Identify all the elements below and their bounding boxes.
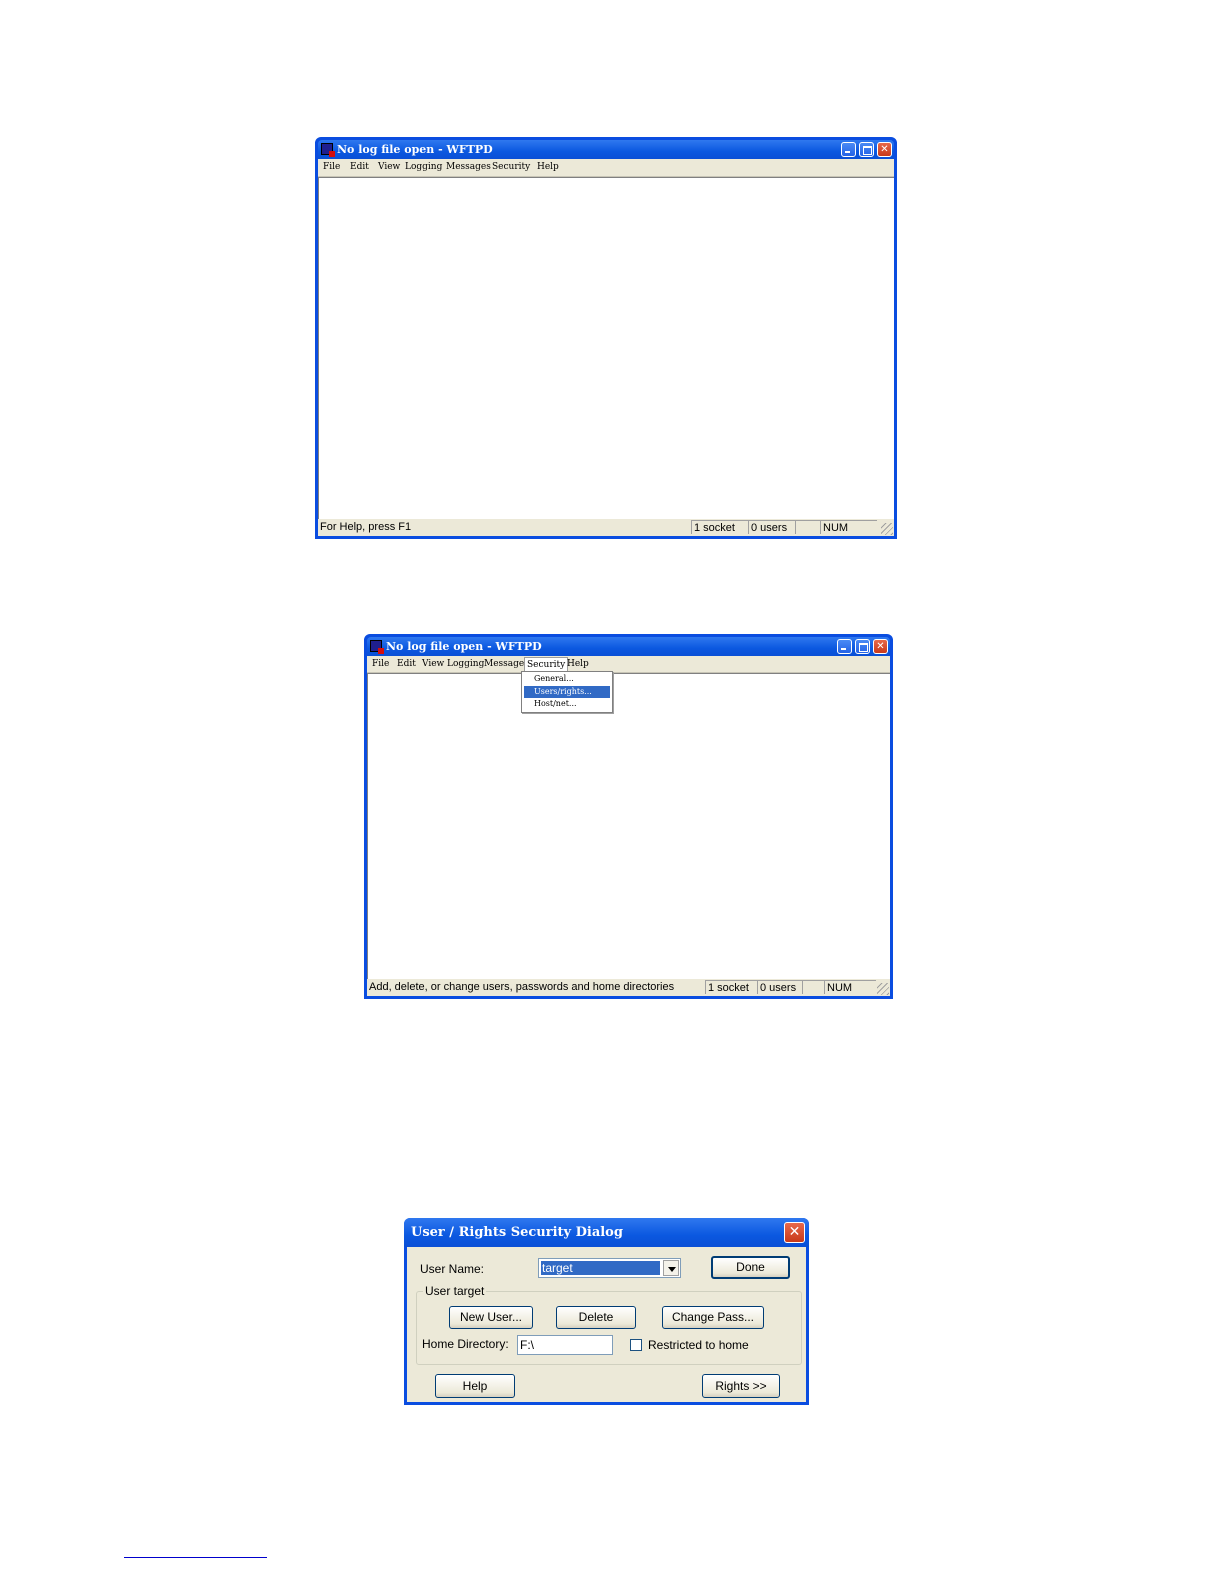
status-empty-pane xyxy=(795,520,820,534)
close-button[interactable]: ✕ xyxy=(877,142,892,157)
rights-button[interactable]: Rights >> xyxy=(702,1374,780,1398)
close-icon: ✕ xyxy=(788,1224,801,1240)
user-rights-security-dialog: User / Rights Security Dialog ✕ User Nam… xyxy=(404,1218,809,1405)
menu-help[interactable]: Help xyxy=(535,159,561,176)
dialog-close-button[interactable]: ✕ xyxy=(784,1222,805,1243)
change-pass-button[interactable]: Change Pass... xyxy=(662,1306,764,1329)
maximize-icon xyxy=(860,143,873,156)
status-sockets: 1 socket xyxy=(691,520,748,534)
status-message: For Help, press F1 xyxy=(320,521,412,533)
menu-bar: File Edit View Logging Messages Security… xyxy=(367,656,890,673)
menu-bar: File Edit View Logging Messages Security… xyxy=(318,159,894,177)
menu-edit[interactable]: Edit xyxy=(348,159,371,176)
maximize-button[interactable] xyxy=(859,142,874,157)
minimize-icon xyxy=(838,640,851,653)
maximize-icon xyxy=(856,640,869,653)
app-icon[interactable] xyxy=(321,143,335,157)
title-bar[interactable]: No log file open - WFTPD ✕ xyxy=(318,140,894,159)
close-icon: ✕ xyxy=(876,641,885,652)
done-button[interactable]: Done xyxy=(711,1256,790,1279)
wftpd-window-main: No log file open - WFTPD ✕ File Edit Vie… xyxy=(315,137,897,539)
security-dropdown-menu: General... Users/rights... Host/net... xyxy=(521,671,613,713)
dialog-body: User Name: target Done User target New U… xyxy=(407,1247,806,1402)
footnote-separator xyxy=(124,1557,267,1558)
status-num: NUM xyxy=(824,980,876,994)
menu-item-host-net[interactable]: Host/net... xyxy=(524,698,610,710)
user-target-group-label: User target xyxy=(423,1284,487,1298)
close-button[interactable]: ✕ xyxy=(873,639,888,654)
close-icon: ✕ xyxy=(880,144,889,155)
log-view[interactable] xyxy=(367,673,890,979)
home-directory-input[interactable]: F:\ xyxy=(517,1335,613,1355)
menu-logging[interactable]: Logging xyxy=(445,656,486,672)
menu-help[interactable]: Help xyxy=(565,656,591,672)
maximize-button[interactable] xyxy=(855,639,870,654)
status-users: 0 users xyxy=(757,980,802,994)
status-num: NUM xyxy=(820,520,877,534)
window-title: No log file open - WFTPD xyxy=(337,143,493,156)
menu-item-users-rights[interactable]: Users/rights... xyxy=(524,686,610,698)
status-sockets: 1 socket xyxy=(705,980,757,994)
new-user-button[interactable]: New User... xyxy=(449,1306,533,1329)
status-bar: For Help, press F1 1 socket 0 users NUM xyxy=(318,519,894,536)
status-bar: Add, delete, or change users, passwords … xyxy=(367,979,890,996)
minimize-icon xyxy=(842,143,855,156)
status-message: Add, delete, or change users, passwords … xyxy=(369,981,675,993)
title-bar[interactable]: No log file open - WFTPD ✕ xyxy=(367,637,890,656)
menu-messages[interactable]: Messages xyxy=(444,159,493,176)
resize-grip[interactable] xyxy=(881,523,893,535)
user-name-value: target xyxy=(541,1261,660,1275)
minimize-button[interactable] xyxy=(841,142,856,157)
dropdown-arrow-icon[interactable] xyxy=(663,1260,679,1276)
resize-grip[interactable] xyxy=(877,983,889,995)
help-button[interactable]: Help xyxy=(435,1374,515,1398)
minimize-button[interactable] xyxy=(837,639,852,654)
status-empty-pane xyxy=(802,980,824,994)
menu-view[interactable]: View xyxy=(376,159,402,176)
menu-view[interactable]: View xyxy=(420,656,446,672)
log-view[interactable] xyxy=(318,177,894,519)
user-name-combobox[interactable]: target xyxy=(538,1258,681,1278)
menu-file[interactable]: File xyxy=(321,159,342,176)
dialog-title-bar[interactable]: User / Rights Security Dialog xyxy=(404,1218,809,1247)
menu-item-general[interactable]: General... xyxy=(524,673,610,685)
wftpd-window-security-menu: No log file open - WFTPD ✕ File Edit Vie… xyxy=(364,634,893,999)
restricted-to-home-checkbox[interactable] xyxy=(630,1339,642,1351)
status-users: 0 users xyxy=(748,520,795,534)
window-title: No log file open - WFTPD xyxy=(386,640,542,653)
menu-logging[interactable]: Logging xyxy=(403,159,444,176)
restricted-to-home-label[interactable]: Restricted to home xyxy=(648,1338,749,1352)
menu-security[interactable]: Security xyxy=(490,159,532,176)
menu-file[interactable]: File xyxy=(370,656,391,672)
dialog-title: User / Rights Security Dialog xyxy=(411,1225,623,1240)
menu-edit[interactable]: Edit xyxy=(395,656,418,672)
home-directory-label: Home Directory: xyxy=(422,1337,509,1351)
delete-button[interactable]: Delete xyxy=(556,1306,636,1329)
user-name-label: User Name: xyxy=(420,1262,485,1276)
app-icon[interactable] xyxy=(370,640,384,654)
